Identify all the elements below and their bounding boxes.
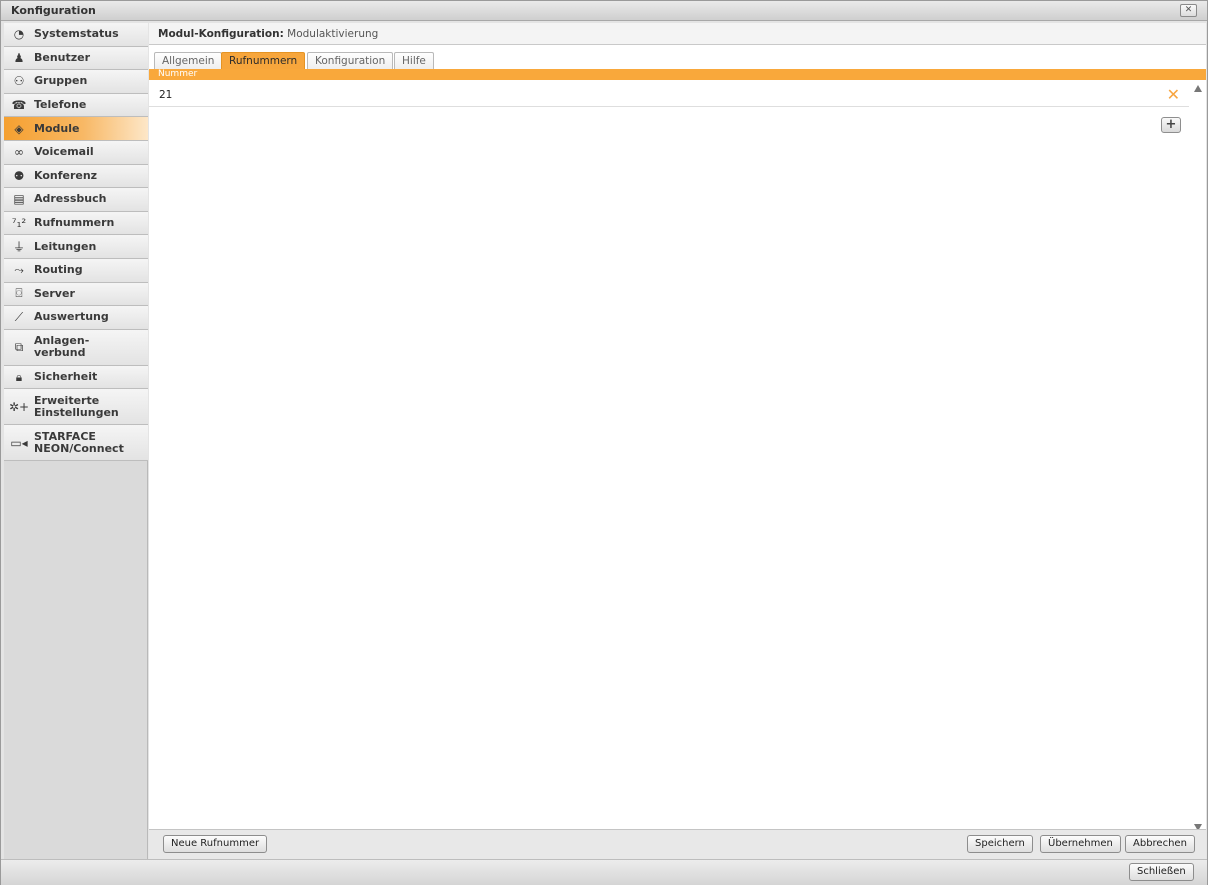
module-icon: ◈ [14, 121, 24, 136]
close-icon[interactable]: ✕ [1180, 4, 1197, 17]
sidebar-item-label: Sicherheit [34, 370, 98, 384]
sidebar-item-adressbuch[interactable]: ▤ Adressbuch [4, 188, 148, 212]
scroll-up-icon[interactable] [1194, 85, 1202, 92]
sidebar-item-label: Konferenz [34, 168, 98, 182]
sidebar-item-server[interactable]: ⌼ Server [4, 282, 148, 307]
header-subtitle: Modulaktivierung [287, 28, 379, 40]
sidebar-item-sicherheit[interactable]: 🔒︎ Sicherheit [4, 365, 148, 390]
sidebar-item-label-line1: STARFACE [34, 429, 96, 443]
tab-rufnummern[interactable]: Rufnummern [221, 52, 306, 69]
sidebar-item-label-line2: verbund [34, 346, 86, 360]
scrollbar[interactable] [1193, 83, 1204, 831]
sidebar-item-systemstatus[interactable]: ◔ Systemstatus [4, 23, 148, 47]
sidebar-item-telefone[interactable]: ☎ Telefone [4, 93, 148, 118]
sidebar-item-auswertung[interactable]: ⟋ Auswertung [4, 306, 148, 330]
numbers-icon: ⁷₁² [11, 216, 27, 231]
network-icon: ⧉ [14, 339, 24, 354]
sidebar-item-label: Gruppen [34, 74, 88, 88]
sidebar-item-label-line2: Einstellungen [34, 405, 119, 419]
number-value: 21 [159, 89, 173, 101]
sidebar-item-label: Benutzer [34, 50, 91, 64]
configuration-window: Konfiguration ✕ ◔ Systemstatus ♟ Benutze… [0, 0, 1208, 885]
delete-icon[interactable]: ✕ [1167, 85, 1180, 104]
video-icon: ▭◂ [10, 435, 28, 450]
column-header-bar: Nummer [149, 69, 1206, 80]
window-title: Konfiguration [11, 4, 96, 17]
sidebar-item-label: Module [34, 121, 80, 135]
sidebar-item-label: Systemstatus [34, 27, 119, 41]
tab-hilfe[interactable]: Hilfe [394, 52, 434, 69]
sidebar-item-label: STARFACE NEON/Connect [34, 429, 124, 455]
sidebar-item-module[interactable]: ◈ Module [4, 117, 148, 141]
sidebar-item-rufnummern[interactable]: ⁷₁² Rufnummern [4, 211, 148, 236]
lock-icon: 🔒︎ [15, 369, 23, 384]
sidebar-item-label: Auswertung [34, 310, 109, 324]
sidebar-item-routing[interactable]: ⤳ Routing [4, 258, 148, 283]
clock-icon: ◔ [13, 27, 25, 42]
sidebar-item-erweiterte-einstellungen[interactable]: ✲+ Erweiterte Einstellungen [4, 389, 148, 426]
chart-icon: ⟋ [14, 309, 24, 324]
sidebar-item-anlagenverbund[interactable]: ⧉ Anlagen- verbund [4, 329, 148, 366]
sidebar-item-label-line2: NEON/Connect [34, 441, 124, 455]
sidebar-item-label: Leitungen [34, 239, 97, 253]
plug-icon: ⏚ [12, 240, 25, 255]
sidebar-item-label: Telefone [34, 98, 87, 112]
page-title: Modul-Konfiguration: Modulaktivierung [149, 23, 1206, 45]
sidebar-item-benutzer[interactable]: ♟ Benutzer [4, 46, 148, 71]
voicemail-icon: ∞ [14, 145, 24, 160]
sidebar-item-label-line1: Erweiterte [34, 393, 100, 407]
title-bar: Konfiguration ✕ [1, 1, 1207, 21]
sidebar-item-label: Routing [34, 263, 83, 277]
advanced-settings-icon: ✲+ [8, 399, 30, 414]
tab-allgemein[interactable]: Allgemein [154, 52, 223, 69]
apply-button[interactable]: Übernehmen [1040, 835, 1121, 853]
sidebar-item-label: Rufnummern [34, 216, 115, 230]
sidebar-item-leitungen[interactable]: ⏚ Leitungen [4, 235, 148, 259]
main-panel: Modul-Konfiguration: Modulaktivierung Al… [149, 23, 1206, 859]
sidebar: ◔ Systemstatus ♟ Benutzer ⚇ Gruppen ☎ Te… [4, 23, 148, 859]
tab-bar: Allgemein Rufnummern Konfiguration Hilfe [149, 52, 1206, 69]
bottom-bar: Schließen [1, 859, 1207, 885]
sidebar-item-konferenz[interactable]: ⚉ Konferenz [4, 164, 148, 189]
server-icon: ⌼ [15, 286, 23, 301]
sidebar-item-label: Adressbuch [34, 192, 107, 206]
sidebar-item-voicemail[interactable]: ∞ Voicemail [4, 140, 148, 165]
add-icon[interactable]: + [1161, 117, 1181, 133]
sidebar-item-label: Anlagen- verbund [34, 335, 89, 359]
column-header-nummer: Nummer [158, 69, 198, 79]
cancel-button[interactable]: Abbrechen [1125, 835, 1195, 853]
sidebar-item-starface-neon[interactable]: ▭◂ STARFACE NEON/Connect [4, 425, 148, 462]
table-row[interactable]: 21 ✕ [149, 83, 1189, 107]
user-icon: ♟ [13, 50, 25, 65]
sidebar-item-label: Erweiterte Einstellungen [34, 393, 119, 419]
routing-icon: ⤳ [14, 262, 24, 277]
phone-icon: ☎ [11, 98, 27, 113]
footer-toolbar: Neue Rufnummer Speichern Übernehmen Abbr… [149, 829, 1206, 859]
sidebar-item-label: Voicemail [34, 145, 94, 159]
sidebar-item-gruppen[interactable]: ⚇ Gruppen [4, 70, 148, 94]
save-button[interactable]: Speichern [967, 835, 1033, 853]
group-icon: ⚇ [13, 74, 25, 89]
new-number-button[interactable]: Neue Rufnummer [163, 835, 268, 853]
tab-konfiguration[interactable]: Konfiguration [307, 52, 394, 69]
header-title: Modul-Konfiguration: [158, 28, 284, 40]
addressbook-icon: ▤ [13, 192, 25, 207]
close-button[interactable]: Schließen [1129, 863, 1194, 881]
conference-icon: ⚉ [13, 168, 25, 183]
sidebar-item-label: Server [34, 286, 75, 300]
